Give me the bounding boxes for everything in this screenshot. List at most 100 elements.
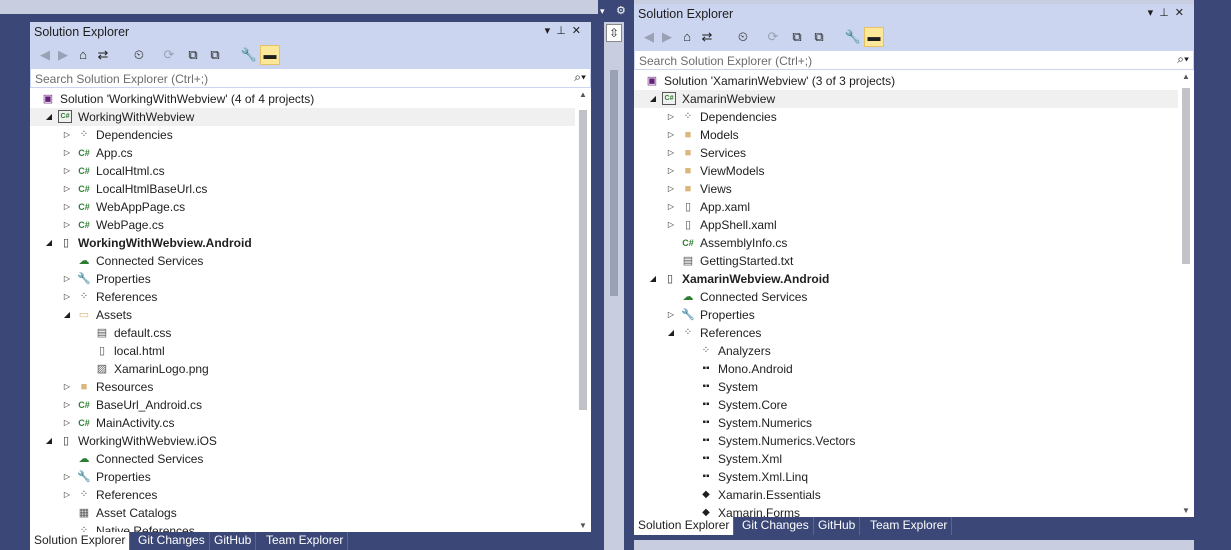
tree-item[interactable]: ▨ XamarinLogo.png <box>30 360 575 378</box>
tree-item[interactable]: ▷ C# WebAppPage.cs <box>30 198 575 216</box>
expand-arrow-icon[interactable]: ◢ <box>44 432 54 450</box>
back-icon[interactable]: ◀ <box>36 46 54 64</box>
collapse-arrow-icon[interactable]: ▷ <box>62 162 72 180</box>
tree-item[interactable]: ⁘ Analyzers <box>634 342 1178 360</box>
collapse-arrow-icon[interactable]: ▷ <box>62 198 72 216</box>
scroll-up-icon[interactable]: ▲ <box>575 90 591 99</box>
search-input[interactable]: Search Solution Explorer (Ctrl+;) ⌕▾ <box>634 50 1194 70</box>
tree-item[interactable]: ▷ 🔧 Properties <box>634 306 1178 324</box>
collapse-arrow-icon[interactable]: ▷ <box>62 270 72 288</box>
dropdown-icon[interactable]: ▾ <box>600 6 605 17</box>
sync-icon[interactable]: ⟳ <box>764 28 782 46</box>
expand-arrow-icon[interactable]: ◢ <box>44 234 54 252</box>
tree-item[interactable]: ▷ ⁘ Dependencies <box>30 126 575 144</box>
home-icon[interactable]: ⌂ <box>678 28 696 46</box>
tree-item[interactable]: C# AssemblyInfo.cs <box>634 234 1178 252</box>
expand-arrow-icon[interactable]: ◢ <box>666 324 676 342</box>
tree-item[interactable]: ▣ Solution 'XamarinWebview' (3 of 3 proje… <box>634 72 1178 90</box>
preview-icon[interactable]: ▬ <box>864 27 884 47</box>
collapse-arrow-icon[interactable]: ▷ <box>62 216 72 234</box>
expand-arrow-icon[interactable]: ◢ <box>648 90 658 108</box>
tree-item[interactable]: ▤ GettingStarted.txt <box>634 252 1178 270</box>
tree-item[interactable]: ▷ C# App.cs <box>30 144 575 162</box>
vertical-scrollbar[interactable]: ▲ ▼ <box>575 88 591 532</box>
show-all-files-icon[interactable]: ⧉ <box>206 46 224 64</box>
pin-icon[interactable]: ⊥ <box>1159 7 1175 19</box>
collapse-arrow-icon[interactable]: ▷ <box>62 414 72 432</box>
search-input[interactable]: Search Solution Explorer (Ctrl+;) ⌕▾ <box>30 68 591 88</box>
tab-git-changes[interactable]: Git Changes <box>134 532 210 550</box>
tree-item[interactable]: ▷ C# BaseUrl_Android.cs <box>30 396 575 414</box>
expand-arrow-icon[interactable]: ◢ <box>62 306 72 324</box>
show-all-files-icon[interactable]: ⧉ <box>810 28 828 46</box>
collapse-arrow-icon[interactable]: ▷ <box>666 216 676 234</box>
tree-item[interactable]: ◢ ▯ WorkingWithWebview.iOS <box>30 432 575 450</box>
tree-item[interactable]: ▪▪ Mono.Android <box>634 360 1178 378</box>
scroll-thumb[interactable] <box>579 110 587 410</box>
vertical-scrollbar[interactable]: ▲ ▼ <box>1178 70 1194 517</box>
collapse-arrow-icon[interactable]: ▷ <box>62 468 72 486</box>
pending-changes-filter-icon[interactable]: ⏲ <box>130 46 148 64</box>
collapse-arrow-icon[interactable]: ▷ <box>666 306 676 324</box>
forward-icon[interactable]: ▶ <box>658 28 676 46</box>
collapse-arrow-icon[interactable]: ▷ <box>666 198 676 216</box>
tree-item[interactable]: ▪▪ System.Numerics <box>634 414 1178 432</box>
tree-item[interactable]: ▪▪ System <box>634 378 1178 396</box>
scroll-up-icon[interactable]: ▲ <box>1178 72 1194 81</box>
tree-item[interactable]: ◢ C# WorkingWithWebview <box>30 108 575 126</box>
tree-item[interactable]: ▷ C# WebPage.cs <box>30 216 575 234</box>
tree-item[interactable]: ▷ C# LocalHtml.cs <box>30 162 575 180</box>
split-icon[interactable]: ⇳ <box>606 24 622 42</box>
back-icon[interactable]: ◀ <box>640 28 658 46</box>
home-icon[interactable]: ⌂ <box>74 46 92 64</box>
close-icon[interactable]: ✕ <box>572 25 587 37</box>
collapse-arrow-icon[interactable]: ▷ <box>62 396 72 414</box>
tree-item[interactable]: ▪▪ System.Xml.Linq <box>634 468 1178 486</box>
collapse-arrow-icon[interactable]: ▷ <box>666 108 676 126</box>
tree-item[interactable]: ▦ Asset Catalogs <box>30 504 575 522</box>
tree-item[interactable]: ▤ default.css <box>30 324 575 342</box>
tree-item[interactable]: ▷ ■ Models <box>634 126 1178 144</box>
collapse-arrow-icon[interactable]: ▷ <box>62 144 72 162</box>
close-icon[interactable]: ✕ <box>1175 7 1190 19</box>
tree-item[interactable]: ▷ C# LocalHtmlBaseUrl.cs <box>30 180 575 198</box>
tree-item[interactable]: ☁ Connected Services <box>30 252 575 270</box>
switch-views-icon[interactable]: ⇄ <box>698 28 716 46</box>
tree-item[interactable]: ◆ Xamarin.Essentials <box>634 486 1178 504</box>
tree-item[interactable]: ▷ ⁘ References <box>30 486 575 504</box>
tree-item[interactable]: ▷ ▯ AppShell.xaml <box>634 216 1178 234</box>
tree-item[interactable]: ▷ 🔧 Properties <box>30 270 575 288</box>
tab-git-changes[interactable]: Git Changes <box>738 517 814 535</box>
collapse-arrow-icon[interactable]: ▷ <box>62 180 72 198</box>
panel-title-bar[interactable]: Solution Explorer ▾⊥✕ <box>634 4 1194 24</box>
search-icon[interactable]: ⌕▾ <box>1177 52 1189 67</box>
tree-item[interactable]: ◢ C# XamarinWebview <box>634 90 1178 108</box>
scroll-down-icon[interactable]: ▼ <box>1178 506 1194 515</box>
tab-github[interactable]: GitHub <box>814 517 861 535</box>
pin-icon[interactable]: ⊥ <box>556 25 572 37</box>
tab-solution-explorer[interactable]: Solution Explorer <box>634 517 735 535</box>
switch-views-icon[interactable]: ⇄ <box>94 46 112 64</box>
scroll-thumb[interactable] <box>1182 88 1190 264</box>
gear-icon[interactable]: ⚙ <box>616 4 626 17</box>
tree-item[interactable]: ◢ ▭ Assets <box>30 306 575 324</box>
tree-item[interactable]: ▷ ⁘ Dependencies <box>634 108 1178 126</box>
tree-item[interactable]: ▪▪ System.Numerics.Vectors <box>634 432 1178 450</box>
pending-changes-filter-icon[interactable]: ⏲ <box>734 28 752 46</box>
tree-item[interactable]: ▷ ■ Services <box>634 144 1178 162</box>
tab-github[interactable]: GitHub <box>210 532 257 550</box>
properties-icon[interactable]: 🔧 <box>240 46 258 64</box>
tree-item[interactable]: ◢ ▯ XamarinWebview.Android <box>634 270 1178 288</box>
collapse-arrow-icon[interactable]: ▷ <box>666 144 676 162</box>
tree-item[interactable]: ⁘ Native References <box>30 522 575 532</box>
search-icon[interactable]: ⌕▾ <box>574 70 586 85</box>
tree-item[interactable]: ▷ ■ Views <box>634 180 1178 198</box>
tab-team-explorer[interactable]: Team Explorer <box>866 517 953 535</box>
collapse-arrow-icon[interactable]: ▷ <box>666 126 676 144</box>
dropdown-icon[interactable]: ▾ <box>1148 7 1160 19</box>
panel-title-bar[interactable]: Solution Explorer ▾⊥✕ <box>30 22 591 42</box>
tree-item[interactable]: ▪▪ System.Xml <box>634 450 1178 468</box>
expand-arrow-icon[interactable]: ◢ <box>44 108 54 126</box>
tree-item[interactable]: ◢ ▯ WorkingWithWebview.Android <box>30 234 575 252</box>
tree-item[interactable]: ▷ 🔧 Properties <box>30 468 575 486</box>
